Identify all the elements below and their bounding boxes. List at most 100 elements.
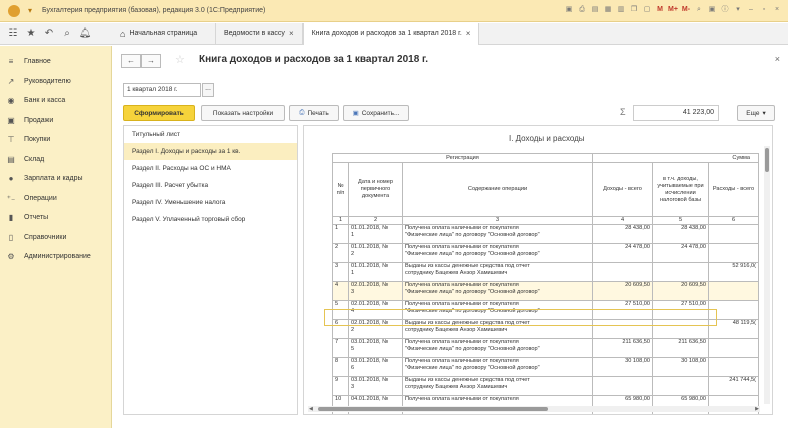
- zoom-icon[interactable]: ▣: [707, 4, 717, 16]
- section-trade-fee[interactable]: Раздел V. Уплаченный торговый сбор: [124, 211, 297, 228]
- sidebar-item-salary[interactable]: ● Зарплата и кадры: [0, 169, 111, 189]
- copy-icon[interactable]: ❐: [629, 4, 639, 16]
- col-number: 2: [348, 216, 403, 225]
- close-tab-icon[interactable]: ×: [466, 29, 471, 38]
- sidebar-item-manager[interactable]: ↗ Руководителю: [0, 72, 111, 92]
- table-row[interactable]: 2 01.01.2018, № 2 Получена оплата наличным…: [332, 243, 759, 263]
- cell-income-tax: 24 478,00: [652, 243, 709, 263]
- scroll-right-icon[interactable]: ▶: [755, 406, 759, 412]
- preview-icon[interactable]: ▤: [590, 4, 600, 16]
- header-sum: Сумма: [592, 153, 759, 163]
- header-registration: Регистрация: [332, 153, 593, 163]
- cell-expense: [708, 224, 759, 244]
- favorite-star-icon[interactable]: ☆: [175, 53, 185, 66]
- col-number: 1: [332, 216, 349, 225]
- col-number: 3: [402, 216, 593, 225]
- forward-button[interactable]: →: [141, 54, 161, 68]
- report-title: I. Доходы и расходы: [509, 134, 585, 143]
- sidebar-item-sales[interactable]: ▣ Продажи: [0, 111, 111, 131]
- show-settings-button[interactable]: Показать настройки: [201, 105, 285, 121]
- cell-income: 211 636,50: [592, 338, 653, 358]
- cell-expense: [708, 243, 759, 263]
- period-field[interactable]: 1 квартал 2018 г.: [123, 83, 201, 97]
- sidebar-item-operations[interactable]: ⁺₋ Операции: [0, 189, 111, 209]
- sidebar-item-purchases[interactable]: ⊤ Покупки: [0, 130, 111, 150]
- scroll-thumb[interactable]: [765, 148, 769, 172]
- cell-expense: [708, 281, 759, 301]
- header-income: Доходы - всего: [592, 162, 653, 217]
- scroll-left-icon[interactable]: ◀: [309, 406, 313, 412]
- memory-m-button[interactable]: M: [655, 4, 665, 16]
- sections-menu-icon[interactable]: ☷: [4, 28, 22, 39]
- search-icon[interactable]: ⌕: [694, 4, 704, 16]
- section-income-expense[interactable]: Раздел I. Доходы и расходы за 1 кв.: [124, 143, 297, 160]
- cell-income-tax: 28 438,00: [652, 224, 709, 244]
- table-row[interactable]: 4 02.01.2018, № 3 Получена оплата наличным…: [332, 281, 759, 301]
- print-icon[interactable]: ⎙: [577, 4, 587, 16]
- scroll-thumb[interactable]: [318, 407, 548, 411]
- minimize-icon[interactable]: –: [746, 4, 756, 16]
- table-row[interactable]: 3 01.01.2018, № 1 Выданы из кассы денежные…: [332, 262, 759, 282]
- tab-home[interactable]: ⌂ Начальная страница: [112, 22, 216, 45]
- memory-plus-button[interactable]: M+: [668, 4, 678, 16]
- sidebar-item-label: Главное: [24, 58, 51, 66]
- sidebar-item-label: Зарплата и кадры: [24, 175, 83, 183]
- table-row[interactable]: 1 01.01.2018, № 1 Получена оплата наличным…: [332, 224, 759, 244]
- search-icon[interactable]: ⌕: [58, 28, 76, 39]
- more-button[interactable]: Еще ▾: [737, 105, 775, 121]
- reports-icon: ▮: [8, 213, 14, 223]
- info-icon[interactable]: ⓘ: [720, 4, 730, 16]
- calc-icon[interactable]: ▦: [603, 4, 613, 16]
- favorites-icon[interactable]: ★: [22, 28, 40, 39]
- section-loss[interactable]: Раздел III. Расчет убытка: [124, 177, 297, 194]
- section-tax-reduction[interactable]: Раздел IV. Уменьшение налога: [124, 194, 297, 211]
- calendar-icon[interactable]: ▥: [616, 4, 626, 16]
- cell-content: Получена оплата наличными от покупателя …: [402, 224, 593, 244]
- back-button[interactable]: ←: [121, 54, 141, 68]
- col-number: 5: [652, 216, 709, 225]
- save-icon[interactable]: ▣: [564, 4, 574, 16]
- vertical-scrollbar[interactable]: [764, 146, 770, 404]
- table-row[interactable]: 8 03.01.2018, № 6 Получена оплата наличным…: [332, 357, 759, 377]
- save-button[interactable]: ▣ Сохранить...: [343, 105, 409, 121]
- toolbar: Сформировать Показать настройки ⎙ Печать…: [123, 105, 783, 121]
- sidebar-item-reports[interactable]: ▮ Отчеты: [0, 208, 111, 228]
- paste-icon[interactable]: ▢: [642, 4, 652, 16]
- table-row[interactable]: 7 03.01.2018, № 5 Получена оплата наличным…: [332, 338, 759, 358]
- print-button[interactable]: ⎙ Печать: [289, 105, 339, 121]
- generate-button[interactable]: Сформировать: [123, 105, 195, 121]
- tab-income-expense-book[interactable]: Книга доходов и расходов за 1 квартал 20…: [302, 22, 480, 45]
- close-tab-icon[interactable]: ×: [289, 29, 294, 38]
- close-icon[interactable]: ×: [772, 4, 782, 16]
- sidebar-item-label: Склад: [24, 155, 45, 163]
- section-fixed-assets[interactable]: Раздел II. Расходы на ОС и НМА: [124, 160, 297, 177]
- sidebar-item-bank[interactable]: ◉ Банк и касса: [0, 91, 111, 111]
- horizontal-scrollbar[interactable]: ◀ ▶: [308, 406, 760, 412]
- sidebar-item-warehouse[interactable]: ▤ Склад: [0, 150, 111, 170]
- close-icon[interactable]: ×: [775, 54, 780, 64]
- maximize-icon[interactable]: ▫: [759, 4, 769, 16]
- table-row[interactable]: 9 03.01.2018, № 3 Выданы из кассы денежные…: [332, 376, 759, 396]
- sidebar-item-admin[interactable]: ⚙ Администрирование: [0, 247, 111, 267]
- dropdown-icon[interactable]: ▾: [733, 4, 743, 16]
- cell-content: Получена оплата наличными от покупателя …: [402, 281, 593, 301]
- cell-date: 01.01.2018, № 1: [348, 262, 403, 282]
- tab-cash-statements[interactable]: Ведомости в кассу ×: [216, 22, 303, 45]
- history-icon[interactable]: ↶: [40, 28, 58, 39]
- sidebar-item-catalogs[interactable]: ▯ Справочники: [0, 228, 111, 248]
- sidebar-item-label: Покупки: [24, 136, 51, 144]
- period-select-button[interactable]: ...: [202, 83, 214, 97]
- report-area[interactable]: I. Доходы и расходы Регистрация Сумма № …: [303, 125, 773, 415]
- selected-row-highlight: [324, 309, 717, 326]
- home-icon: ⌂: [120, 28, 126, 39]
- sidebar-item-label: Руководителю: [24, 77, 71, 85]
- section-list: Титульный лист Раздел I. Доходы и расход…: [123, 125, 298, 415]
- main-menu-icon[interactable]: ▾: [24, 5, 36, 17]
- section-title-sheet[interactable]: Титульный лист: [124, 126, 297, 143]
- memory-minus-button[interactable]: M-: [681, 4, 691, 16]
- notifications-icon[interactable]: 🔔︎: [76, 28, 94, 39]
- sidebar-item-main[interactable]: ≡ Главное: [0, 52, 111, 72]
- sales-icon: ▣: [7, 115, 15, 125]
- header-no: № п/п: [332, 162, 349, 217]
- app-logo-icon[interactable]: [8, 4, 20, 17]
